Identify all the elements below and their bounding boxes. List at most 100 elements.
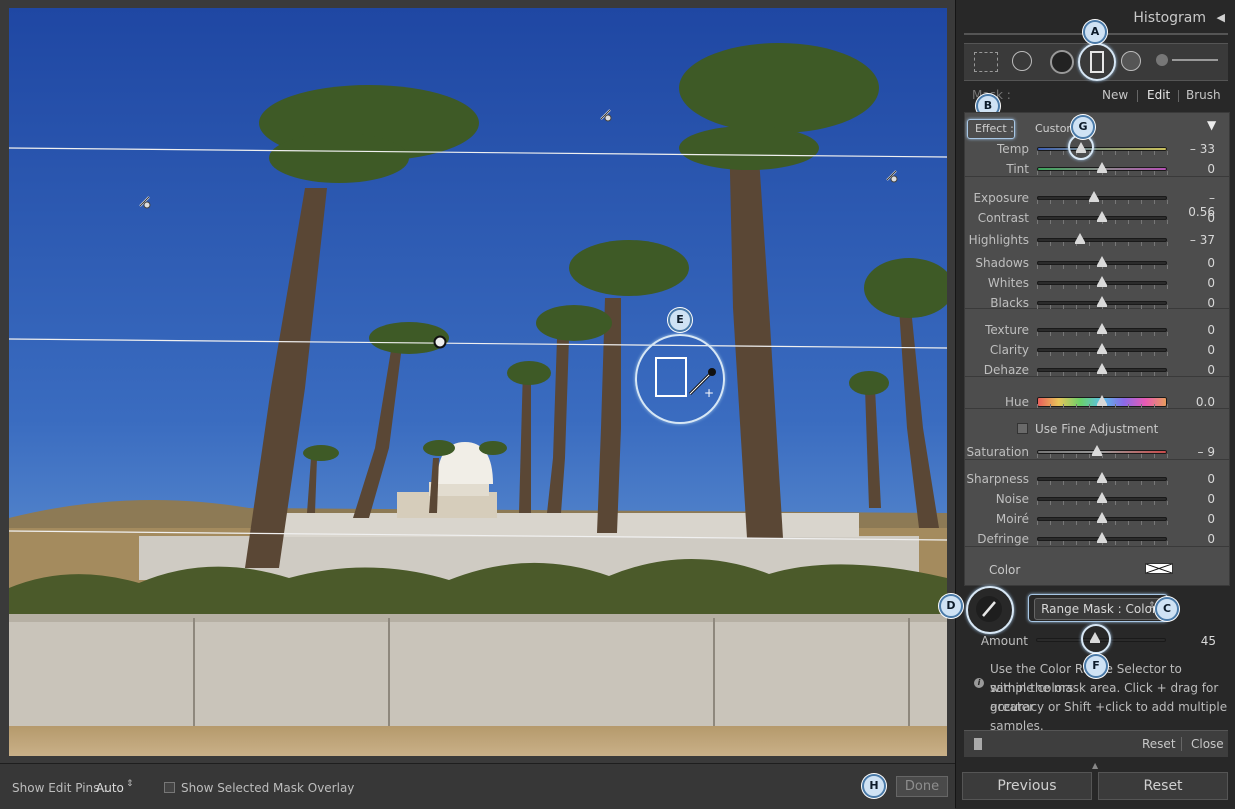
panel-reset-link[interactable]: Reset <box>1142 737 1176 751</box>
slider-thumb[interactable] <box>1097 395 1107 406</box>
slider-tick <box>1076 372 1077 376</box>
color-sample-pin-1[interactable] <box>137 193 153 209</box>
slider-tick <box>1141 332 1142 336</box>
slider-thumb[interactable] <box>1097 492 1107 503</box>
slider-thumb[interactable] <box>1097 323 1107 334</box>
slider-thumb[interactable] <box>1097 162 1107 173</box>
slider-tick <box>1128 372 1129 376</box>
amount-slider-thumb[interactable] <box>1089 632 1100 643</box>
slider-thumb[interactable] <box>1091 445 1102 456</box>
slider-tick <box>1154 501 1155 505</box>
slider-value: 0 <box>1207 162 1215 176</box>
slider-tick <box>1154 265 1155 269</box>
slider-tick <box>1050 521 1051 525</box>
slider-thumb[interactable] <box>1097 296 1107 307</box>
slider-tick <box>1141 481 1142 485</box>
slider-tick <box>1037 332 1038 336</box>
slider-tick <box>1141 265 1142 269</box>
slider-thumb[interactable] <box>1097 532 1107 543</box>
red-eye-icon[interactable] <box>1050 50 1074 74</box>
slider-tick <box>1037 521 1038 525</box>
slider-tick <box>1076 541 1077 545</box>
slider-tick <box>1063 352 1064 356</box>
slider-tick <box>1089 404 1090 408</box>
slider-value: 0.0 <box>1195 395 1215 409</box>
slider-tick <box>1154 372 1155 376</box>
slider-tick <box>1167 501 1168 505</box>
slider-label: Temp <box>997 142 1029 156</box>
slider-tick <box>1167 481 1168 485</box>
color-range-selector-icon[interactable] <box>976 596 1002 622</box>
filter-center-pin[interactable] <box>433 335 447 349</box>
callout-h: H <box>862 774 886 798</box>
slider-thumb[interactable] <box>1097 211 1107 222</box>
slider-tick <box>1037 305 1038 309</box>
slider-tick <box>1089 541 1090 545</box>
slider-tick <box>1167 285 1168 289</box>
slider-tick <box>1167 242 1168 246</box>
spot-removal-icon[interactable] <box>1012 51 1032 71</box>
color-sample-pin-2[interactable] <box>598 106 614 122</box>
callout-g: G <box>1071 115 1095 139</box>
slider-tick <box>1037 285 1038 289</box>
crop-overlay-icon[interactable] <box>974 52 998 72</box>
fine-adjust-label: Use Fine Adjustment <box>1035 422 1159 436</box>
slider-tick <box>1050 404 1051 408</box>
slider-thumb[interactable] <box>1097 343 1107 354</box>
slider-thumb[interactable] <box>1097 512 1107 523</box>
slider-tick <box>1154 332 1155 336</box>
select-arrows-icon: ⇕ <box>126 779 134 789</box>
slider-tick <box>1128 404 1129 408</box>
slider-thumb[interactable] <box>1097 472 1107 483</box>
slider-label: Sharpness <box>966 472 1029 486</box>
panel-grip-icon: ▲ <box>1092 761 1099 770</box>
slider-tick <box>1141 200 1142 204</box>
collapse-triangle-icon[interactable]: ◀ <box>1217 11 1225 24</box>
graduated-filter-icon[interactable] <box>1090 51 1104 73</box>
fine-adjust-checkbox[interactable] <box>1017 423 1028 434</box>
mask-new[interactable]: New <box>1102 88 1128 102</box>
photo-image <box>9 8 947 756</box>
panel-close-link[interactable]: Close <box>1191 737 1224 751</box>
slider-thumb[interactable] <box>1097 256 1107 267</box>
slider-tick <box>1128 541 1129 545</box>
range-mask-select[interactable]: Range Mask : Color <box>1034 598 1164 620</box>
slider-thumb[interactable] <box>1074 233 1085 244</box>
reset-button[interactable]: Reset <box>1098 772 1228 800</box>
color-sample-pin-3[interactable] <box>884 167 900 183</box>
slider-tick <box>1063 285 1064 289</box>
previous-button[interactable]: Previous <box>962 772 1092 800</box>
slider-tick <box>1115 242 1116 246</box>
done-button[interactable]: Done <box>896 776 948 797</box>
slider-tick <box>1141 305 1142 309</box>
slider-tick <box>1050 352 1051 356</box>
brush-icon[interactable] <box>1156 54 1168 66</box>
show-edit-pins-select[interactable]: Auto <box>96 781 124 795</box>
slider-tick <box>1050 151 1051 155</box>
slider-tick <box>1128 171 1129 175</box>
color-swatch[interactable] <box>1145 563 1173 574</box>
switch-icon[interactable] <box>974 738 982 750</box>
histogram-title: Histogram <box>1133 10 1206 26</box>
slider-label: Whites <box>987 276 1029 290</box>
slider-tick <box>1037 352 1038 356</box>
mask-brush[interactable]: Brush <box>1186 88 1221 102</box>
slider-tick <box>1089 242 1090 246</box>
mask-edit[interactable]: Edit <box>1147 88 1170 102</box>
photo-canvas[interactable] <box>9 8 947 756</box>
slider-tick <box>1076 220 1077 224</box>
slider-thumb[interactable] <box>1097 363 1107 374</box>
slider-label: Tint <box>1006 162 1029 176</box>
slider-value: 0 <box>1207 276 1215 290</box>
disclosure-triangle-icon[interactable]: ▼ <box>1207 118 1216 132</box>
slider-tick <box>1115 521 1116 525</box>
brush-slider[interactable] <box>1172 59 1218 61</box>
slider-value: 0 <box>1207 363 1215 377</box>
slider-tick <box>1115 151 1116 155</box>
slider-thumb[interactable] <box>1097 276 1107 287</box>
show-overlay-checkbox[interactable] <box>164 782 175 793</box>
slider-thumb[interactable] <box>1089 191 1100 202</box>
slider-tick <box>1050 220 1051 224</box>
slider-tick <box>1089 521 1090 525</box>
radial-filter-icon[interactable] <box>1121 51 1141 71</box>
